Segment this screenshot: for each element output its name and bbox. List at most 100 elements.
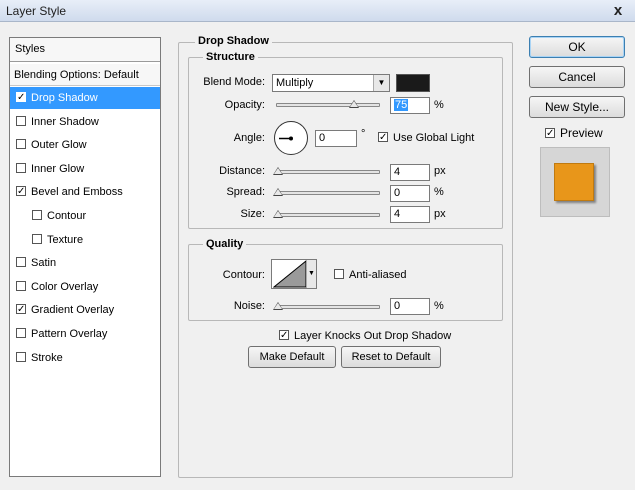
spread-label: Spread: [226, 186, 265, 198]
angle-unit: ° [361, 128, 366, 140]
style-item-label: Gradient Overlay [31, 304, 115, 317]
reset-to-default-button[interactable]: Reset to Default [341, 346, 441, 368]
check-icon [545, 128, 555, 138]
angle-needle-icon [279, 136, 293, 141]
distance-slider-track[interactable] [276, 170, 380, 174]
checkbox-icon[interactable] [16, 162, 26, 173]
noise-label: Noise: [233, 300, 265, 312]
style-item-drop-shadow[interactable]: Drop Shadow [10, 87, 160, 109]
style-item-gradient-overlay[interactable]: Gradient Overlay [10, 299, 160, 321]
close-button[interactable]: x [606, 2, 630, 20]
styles-header[interactable]: Styles [10, 38, 160, 62]
chevron-down-icon: ▼ [373, 75, 389, 91]
check-icon [378, 132, 388, 142]
spread-input[interactable]: 0 [390, 185, 430, 202]
preview-checkbox[interactable]: Preview [545, 126, 603, 140]
style-item-label: Color Overlay [31, 280, 99, 293]
layer-knocks-out-label: Layer Knocks Out Drop Shadow [294, 330, 452, 342]
preview-swatch [554, 163, 594, 201]
contour-picker[interactable]: ▼ [271, 259, 317, 289]
blend-mode-label: Blend Mode: [203, 76, 265, 88]
noise-unit: % [434, 300, 444, 312]
spread-unit: % [434, 186, 444, 198]
style-item-inner-glow[interactable]: Inner Glow [10, 158, 160, 180]
check-icon[interactable] [16, 186, 26, 197]
style-item-label: Bevel and Emboss [31, 186, 123, 199]
angle-dial[interactable] [274, 121, 308, 155]
styles-list: Styles Blending Options: Default Drop Sh… [9, 37, 161, 477]
blend-mode-value: Multiply [276, 77, 314, 89]
opacity-input[interactable]: 75 [390, 97, 430, 114]
check-icon [279, 330, 289, 340]
size-label: Size: [240, 208, 265, 220]
size-slider-track[interactable] [276, 213, 380, 217]
noise-input[interactable]: 0 [390, 298, 430, 315]
checkbox-icon[interactable] [16, 328, 26, 338]
new-style-button[interactable]: New Style... [529, 96, 625, 118]
angle-label: Angle: [233, 132, 265, 144]
style-item-bevel-and-emboss[interactable]: Bevel and Emboss [10, 181, 160, 203]
use-global-light-checkbox[interactable]: Use Global Light [378, 132, 474, 144]
drop-shadow-title: Drop Shadow [195, 35, 272, 47]
opacity-label: Opacity: [224, 99, 265, 111]
style-preview [540, 147, 610, 217]
style-item-satin[interactable]: Satin [10, 252, 160, 274]
style-item-inner-shadow[interactable]: Inner Shadow [10, 111, 160, 133]
style-item-label: Outer Glow [31, 139, 87, 152]
make-default-button[interactable]: Make Default [248, 346, 336, 368]
style-item-label: Pattern Overlay [31, 328, 108, 340]
style-item-contour[interactable]: Contour [10, 205, 160, 227]
style-item-color-overlay[interactable]: Color Overlay [10, 276, 160, 298]
checkbox-icon[interactable] [32, 210, 42, 220]
quality-title: Quality [203, 238, 247, 250]
use-global-light-label: Use Global Light [393, 132, 475, 144]
size-slider-thumb[interactable] [273, 210, 283, 218]
spread-slider-track[interactable] [276, 191, 380, 195]
preview-label: Preview [560, 126, 603, 140]
shadow-color-swatch[interactable] [396, 74, 430, 92]
noise-slider-track[interactable] [276, 305, 380, 309]
ok-button[interactable]: OK [529, 36, 625, 58]
window-title: Layer Style [6, 4, 67, 18]
style-item-texture[interactable]: Texture [10, 229, 160, 251]
size-unit: px [434, 208, 446, 220]
structure-title: Structure [203, 51, 258, 63]
spread-slider-thumb[interactable] [273, 188, 283, 196]
checkbox-icon[interactable] [16, 351, 26, 362]
checkbox-icon[interactable] [16, 280, 26, 291]
title-bar: Layer Style x [0, 0, 635, 22]
style-item-pattern-overlay[interactable]: Pattern Overlay [10, 323, 160, 345]
style-item-stroke[interactable]: Stroke [10, 347, 160, 369]
opacity-unit: % [434, 99, 444, 111]
style-item-label: Inner Glow [31, 162, 85, 175]
noise-slider-thumb[interactable] [273, 302, 283, 310]
opacity-slider-thumb[interactable] [349, 100, 359, 108]
distance-unit: px [434, 165, 446, 177]
checkbox-icon[interactable] [16, 257, 26, 268]
checkbox-icon [334, 269, 344, 279]
checkbox-icon[interactable] [16, 115, 26, 126]
blend-mode-select[interactable]: Multiply ▼ [272, 74, 390, 92]
cancel-button[interactable]: Cancel [529, 66, 625, 88]
distance-label: Distance: [219, 165, 265, 177]
checkbox-icon[interactable] [16, 139, 26, 150]
style-item-outer-glow[interactable]: Outer Glow [10, 134, 160, 156]
style-item-label: Inner Shadow [31, 115, 99, 128]
anti-aliased-checkbox[interactable]: Anti-aliased [334, 269, 406, 281]
style-item-label: Texture [47, 233, 84, 246]
blending-options-item[interactable]: Blending Options: Default [10, 64, 160, 86]
checkbox-icon[interactable] [32, 233, 42, 244]
check-icon[interactable] [16, 92, 26, 102]
distance-slider-thumb[interactable] [273, 167, 283, 175]
style-item-label: Stroke [31, 351, 63, 364]
style-item-label: Contour [47, 210, 87, 222]
check-icon[interactable] [16, 304, 26, 315]
size-input[interactable]: 4 [390, 206, 430, 223]
opacity-slider-track[interactable] [276, 103, 380, 107]
distance-input[interactable]: 4 [390, 164, 430, 181]
angle-input[interactable]: 0 [315, 130, 357, 147]
contour-label: Contour: [222, 269, 265, 281]
contour-curve-icon [273, 260, 307, 288]
style-item-label: Satin [31, 257, 57, 270]
layer-knocks-out-checkbox[interactable]: Layer Knocks Out Drop Shadow [279, 330, 451, 342]
